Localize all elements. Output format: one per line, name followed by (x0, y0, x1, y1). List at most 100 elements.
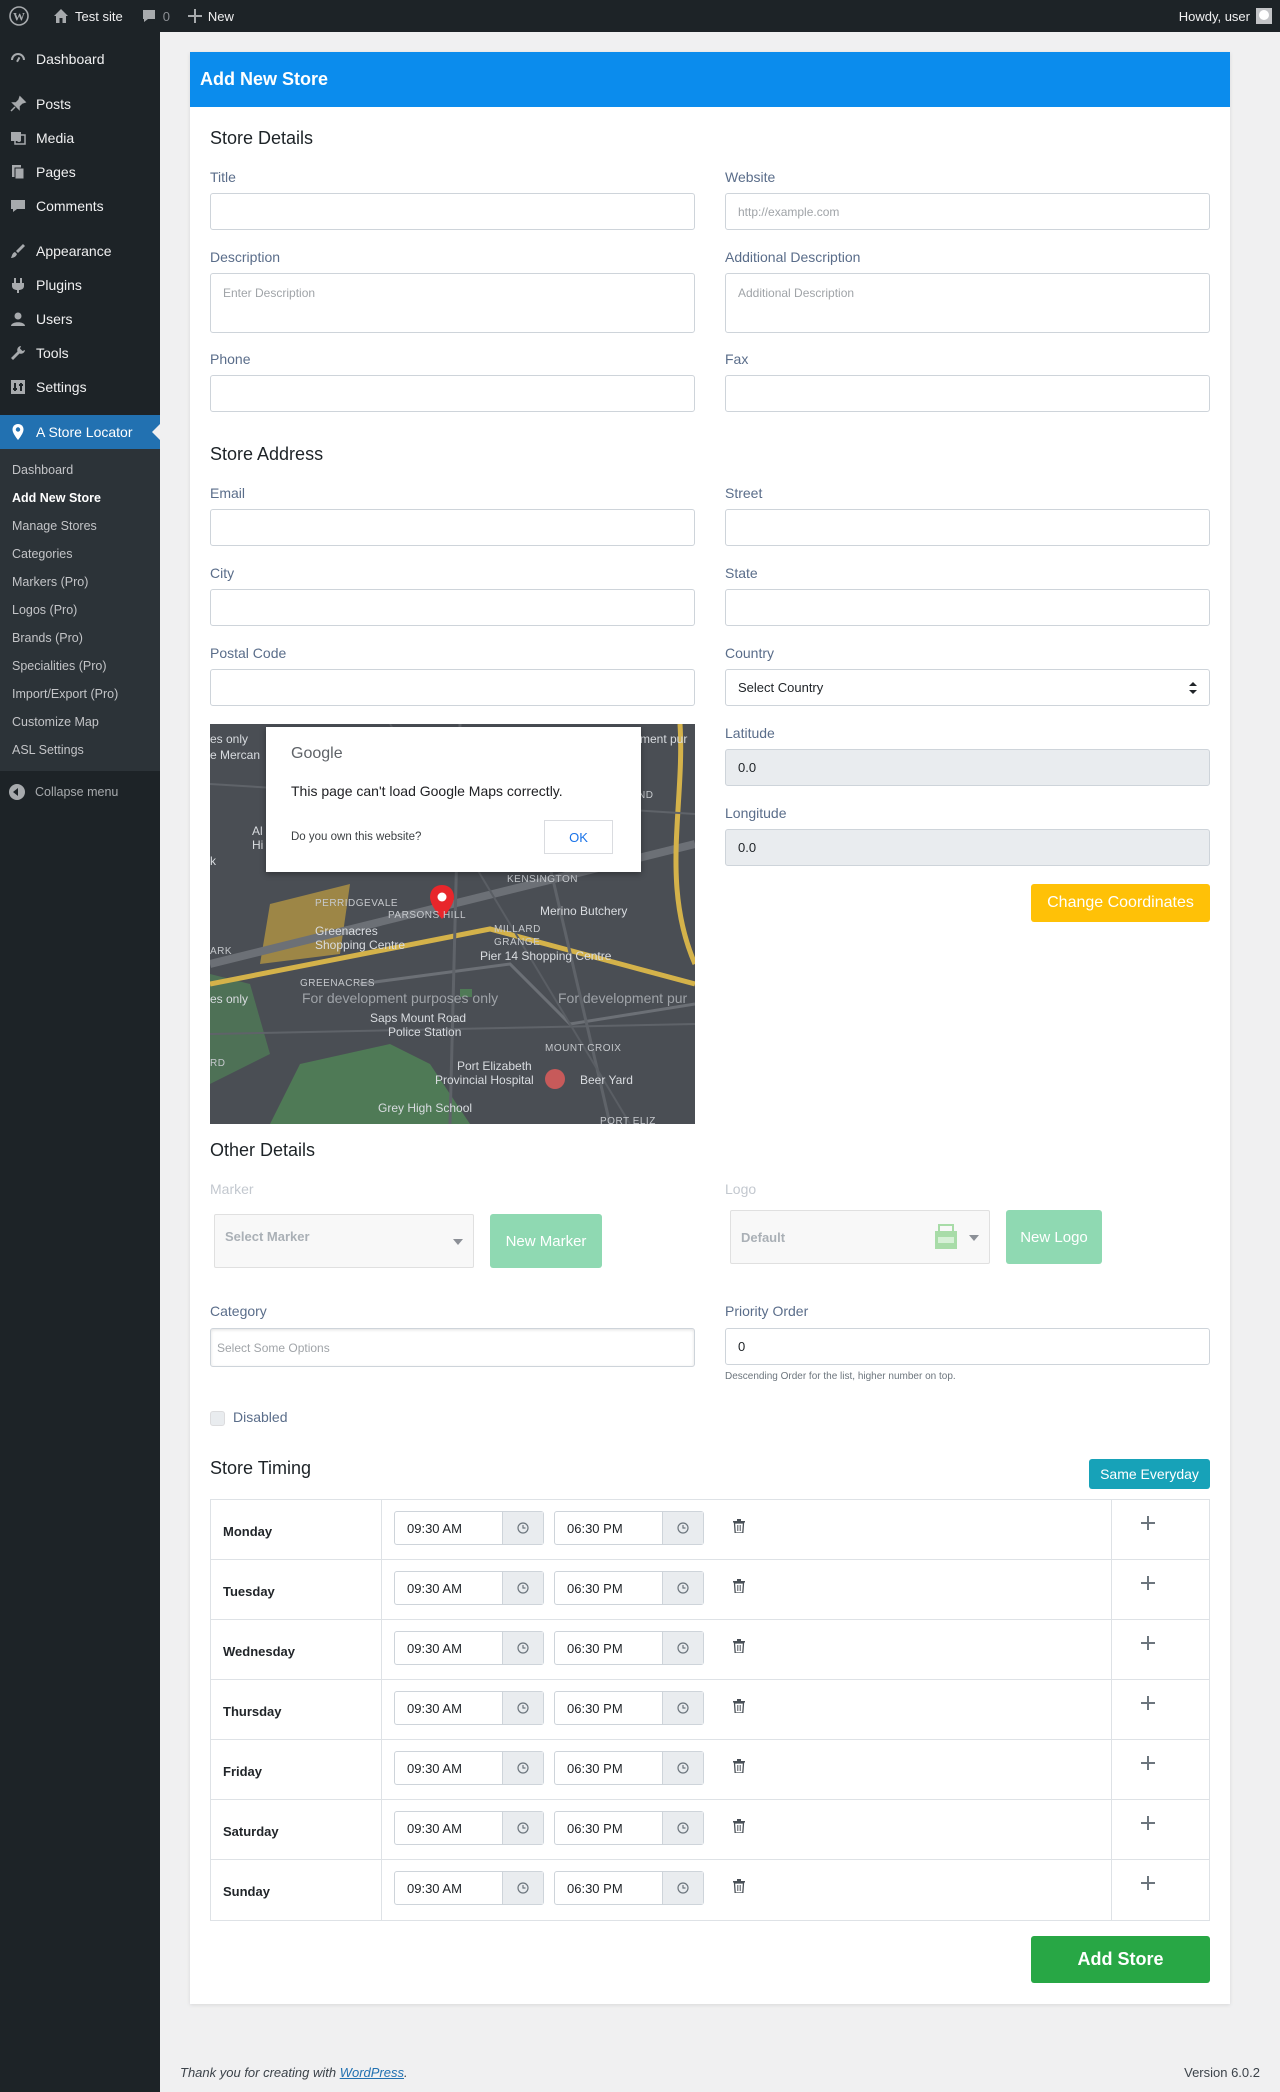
add-slot-button[interactable] (1141, 1816, 1155, 1830)
street-input[interactable] (725, 509, 1210, 546)
open-time-input[interactable]: 09:30 AM (394, 1631, 544, 1665)
close-time-picker[interactable] (662, 1752, 703, 1784)
dialog-ok-button[interactable]: OK (544, 820, 613, 854)
disabled-checkbox[interactable] (210, 1411, 225, 1426)
wordpress-link[interactable]: WordPress (340, 2065, 404, 2080)
delete-slot-button[interactable] (733, 1759, 745, 1776)
add-store-button[interactable]: Add Store (1031, 1936, 1210, 1983)
open-time-picker[interactable] (502, 1872, 543, 1904)
map-preview[interactable]: es only e Mercan ment pur ND Al Hi k KEN… (210, 724, 695, 1124)
country-select[interactable]: Select Country (725, 669, 1210, 706)
close-time-input[interactable]: 06:30 PM (554, 1751, 704, 1785)
delete-slot-button[interactable] (733, 1519, 745, 1536)
website-input[interactable]: http://example.com (725, 193, 1210, 230)
open-time-input[interactable]: 09:30 AM (394, 1811, 544, 1845)
site-name-link[interactable]: Test site (44, 0, 132, 32)
delete-slot-button[interactable] (733, 1579, 745, 1596)
my-account[interactable]: Howdy, user (1179, 8, 1280, 24)
add-slot-button[interactable] (1141, 1576, 1155, 1590)
open-time-input[interactable]: 09:30 AM (394, 1871, 544, 1905)
open-time-input[interactable]: 09:30 AM (394, 1511, 544, 1545)
additional-description-textarea[interactable]: Additional Description (725, 273, 1210, 333)
description-textarea[interactable]: Enter Description (210, 273, 695, 333)
open-time-picker[interactable] (502, 1812, 543, 1844)
submenu-brands[interactable]: Brands (Pro) (0, 624, 160, 652)
submenu-dashboard[interactable]: Dashboard (0, 456, 160, 484)
own-website-link[interactable]: Do you own this website? (291, 831, 421, 843)
close-time-input[interactable]: 06:30 PM (554, 1571, 704, 1605)
submenu-markers[interactable]: Markers (Pro) (0, 568, 160, 596)
menu-dashboard[interactable]: Dashboard (0, 42, 160, 76)
fax-input[interactable] (725, 375, 1210, 412)
open-time-picker[interactable] (502, 1752, 543, 1784)
close-time-input[interactable]: 06:30 PM (554, 1691, 704, 1725)
new-marker-button[interactable]: New Marker (490, 1214, 602, 1268)
close-time-picker[interactable] (662, 1512, 703, 1544)
menu-label: Plugins (36, 277, 82, 293)
menu-media[interactable]: Media (0, 121, 160, 155)
close-time-picker[interactable] (662, 1572, 703, 1604)
close-time-picker[interactable] (662, 1632, 703, 1664)
title-input[interactable] (210, 193, 695, 230)
open-time-input[interactable]: 09:30 AM (394, 1571, 544, 1605)
submenu-manage-stores[interactable]: Manage Stores (0, 512, 160, 540)
city-input[interactable] (210, 589, 695, 626)
submenu-logos[interactable]: Logos (Pro) (0, 596, 160, 624)
wordpress-logo-button[interactable]: W (0, 0, 44, 32)
submenu-specialities[interactable]: Specialities (Pro) (0, 652, 160, 680)
close-time-picker[interactable] (662, 1692, 703, 1724)
close-time-input[interactable]: 06:30 PM (554, 1811, 704, 1845)
menu-pages[interactable]: Pages (0, 155, 160, 189)
add-slot-button[interactable] (1141, 1636, 1155, 1650)
add-slot-button[interactable] (1141, 1876, 1155, 1890)
submenu-add-new-store[interactable]: Add New Store (0, 484, 160, 512)
change-coordinates-button[interactable]: Change Coordinates (1031, 884, 1210, 922)
open-time-picker[interactable] (502, 1572, 543, 1604)
collapse-menu-button[interactable]: Collapse menu (0, 775, 160, 809)
comment-icon (9, 197, 27, 215)
new-logo-button[interactable]: New Logo (1006, 1210, 1102, 1264)
open-time-input[interactable]: 09:30 AM (394, 1751, 544, 1785)
marker-select[interactable]: Select Marker (214, 1214, 474, 1268)
logo-select[interactable]: Default (730, 1210, 990, 1264)
add-slot-button[interactable] (1141, 1516, 1155, 1530)
comments-link[interactable]: 0 (132, 0, 179, 32)
delete-slot-button[interactable] (733, 1819, 745, 1836)
delete-slot-button[interactable] (733, 1699, 745, 1716)
close-time-picker[interactable] (662, 1872, 703, 1904)
new-content-link[interactable]: New (179, 0, 243, 32)
menu-appearance[interactable]: Appearance (0, 234, 160, 268)
submenu-categories[interactable]: Categories (0, 540, 160, 568)
delete-slot-button[interactable] (733, 1879, 745, 1896)
email-input[interactable] (210, 509, 695, 546)
menu-settings[interactable]: Settings (0, 370, 160, 404)
add-slot-button[interactable] (1141, 1696, 1155, 1710)
open-time-picker[interactable] (502, 1692, 543, 1724)
category-multiselect[interactable]: Select Some Options (210, 1328, 695, 1367)
close-time-input[interactable]: 06:30 PM (554, 1631, 704, 1665)
submenu-import-export[interactable]: Import/Export (Pro) (0, 680, 160, 708)
same-everyday-button[interactable]: Same Everyday (1089, 1459, 1210, 1489)
open-time-input[interactable]: 09:30 AM (394, 1691, 544, 1725)
close-time-picker[interactable] (662, 1812, 703, 1844)
phone-input[interactable] (210, 375, 695, 412)
menu-plugins[interactable]: Plugins (0, 268, 160, 302)
menu-tools[interactable]: Tools (0, 336, 160, 370)
add-slot-button[interactable] (1141, 1756, 1155, 1770)
open-time-picker[interactable] (502, 1512, 543, 1544)
menu-users[interactable]: Users (0, 302, 160, 336)
submenu-customize-map[interactable]: Customize Map (0, 708, 160, 736)
close-time-input[interactable]: 06:30 PM (554, 1871, 704, 1905)
menu-posts[interactable]: Posts (0, 87, 160, 121)
menu-a-store-locator[interactable]: A Store Locator (0, 415, 160, 449)
latitude-input[interactable]: 0.0 (725, 749, 1210, 786)
close-time-input[interactable]: 06:30 PM (554, 1511, 704, 1545)
submenu-asl-settings[interactable]: ASL Settings (0, 736, 160, 764)
postal-code-input[interactable] (210, 669, 695, 706)
delete-slot-button[interactable] (733, 1639, 745, 1656)
state-input[interactable] (725, 589, 1210, 626)
open-time-picker[interactable] (502, 1632, 543, 1664)
longitude-input[interactable]: 0.0 (725, 829, 1210, 866)
menu-comments[interactable]: Comments (0, 189, 160, 223)
priority-order-input[interactable]: 0 (725, 1328, 1210, 1365)
